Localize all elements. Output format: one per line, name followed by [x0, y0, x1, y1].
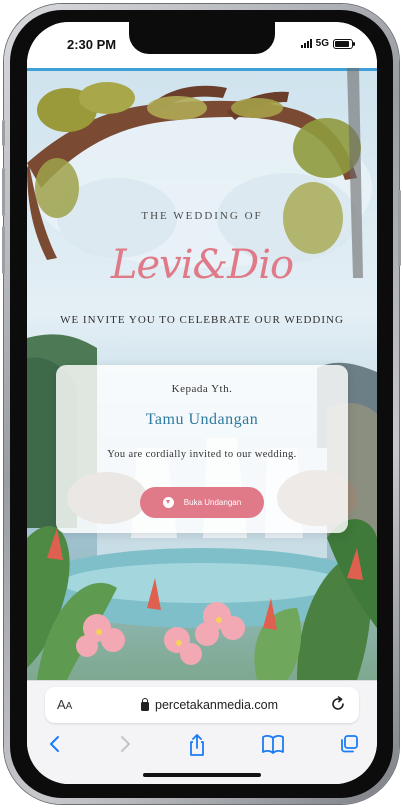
- camera-notch: [129, 22, 275, 54]
- power-button: [398, 190, 401, 266]
- aa-large: A: [57, 697, 66, 712]
- aa-small: A: [65, 701, 73, 712]
- url-text: percetakanmedia.com: [155, 698, 278, 712]
- share-icon[interactable]: [187, 733, 207, 757]
- bookmarks-icon[interactable]: [261, 733, 285, 755]
- reader-settings-button[interactable]: AA: [57, 697, 72, 712]
- address-bar[interactable]: AA percetakanmedia.com: [45, 687, 359, 723]
- web-content[interactable]: THE WEDDING OF Levi&Dio WE INVITE YOU TO…: [27, 68, 377, 680]
- lock-icon: [141, 698, 149, 711]
- tabs-icon[interactable]: [339, 733, 359, 755]
- forward-icon[interactable]: [117, 733, 133, 755]
- home-indicator[interactable]: [143, 773, 261, 777]
- back-icon[interactable]: [47, 733, 63, 755]
- open-invitation-label: Buka Undangan: [183, 498, 242, 507]
- browser-nav-row: [27, 731, 377, 761]
- invitation-message: You are cordially invited to our wedding…: [107, 449, 297, 460]
- volume-down-button: [2, 226, 5, 274]
- volume-up-button: [2, 168, 5, 216]
- greeting-text: Kepada Yth.: [171, 383, 233, 395]
- invite-text: WE INVITE YOU TO CELEBRATE OUR WEDDING: [60, 314, 344, 326]
- guest-name: Tamu Undangan: [145, 411, 259, 428]
- url-display[interactable]: percetakanmedia.com: [141, 698, 278, 712]
- browser-toolbar: AA percetakanmedia.com: [27, 680, 377, 784]
- wedding-header: THE WEDDING OF: [141, 210, 263, 222]
- status-icons: 5G: [300, 38, 355, 49]
- open-invitation-button[interactable]: Buka Undangan: [140, 487, 264, 518]
- invitation-card: Kepada Yth. Tamu Undangan You are cordia…: [56, 365, 348, 533]
- status-time: 2:30 PM: [67, 37, 117, 52]
- battery-fill: [335, 40, 349, 47]
- signal-icon: [300, 39, 312, 48]
- network-label: 5G: [315, 38, 329, 49]
- couple-names: Levi&Dio: [110, 242, 294, 288]
- reload-icon[interactable]: [329, 695, 347, 713]
- battery-icon: [333, 38, 355, 49]
- envelope-open-icon: [162, 497, 174, 508]
- phone-screen: 2:30 PM 5G THE WEDDING OF Levi&Dio WE IN…: [27, 22, 377, 784]
- mute-switch: [2, 120, 5, 146]
- status-bar: 2:30 PM 5G: [27, 22, 377, 68]
